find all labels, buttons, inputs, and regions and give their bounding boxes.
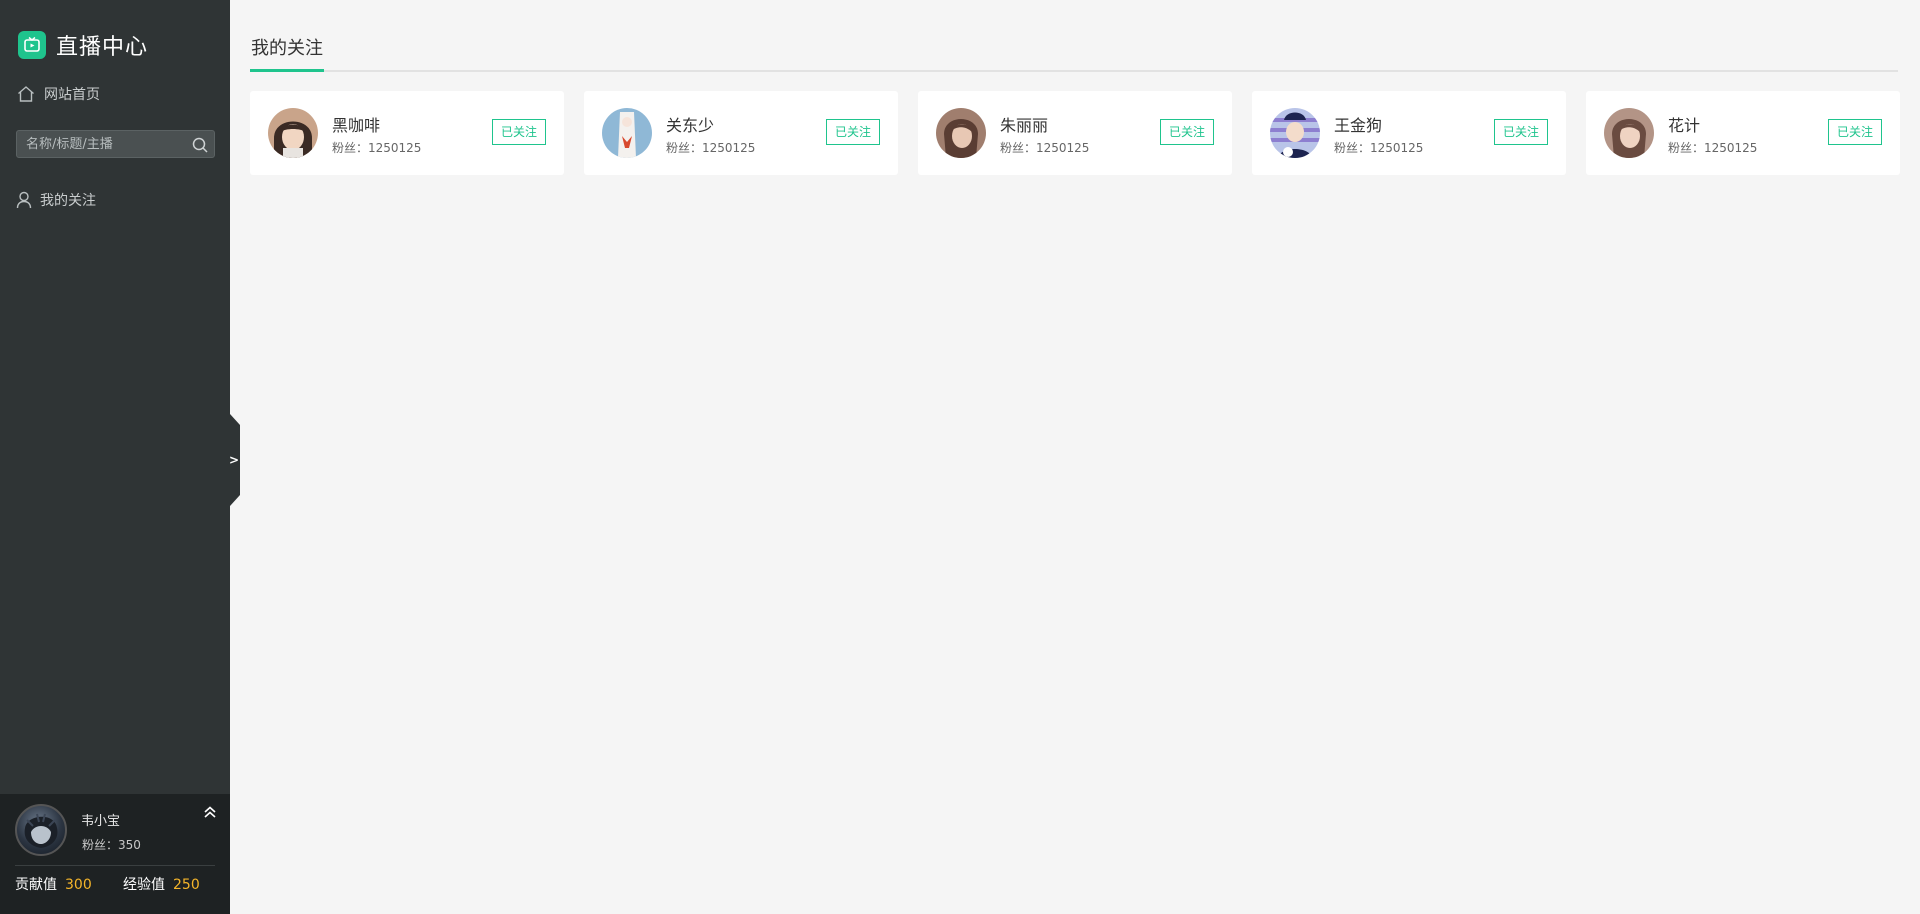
streamer-name: 关东少 <box>666 116 715 135</box>
double-chevron-up-icon[interactable] <box>202 804 218 820</box>
follow-card[interactable]: 关东少 粉丝：1250125 已关注 <box>584 91 898 175</box>
avatar[interactable] <box>1270 108 1320 158</box>
follow-card[interactable]: 花计 粉丝：1250125 已关注 <box>1586 91 1900 175</box>
streamer-name: 花计 <box>1668 116 1701 135</box>
streamer-name: 王金狗 <box>1334 116 1383 135</box>
followed-button[interactable]: 已关注 <box>1160 119 1214 145</box>
user-icon <box>16 191 32 209</box>
main-content: 我的关注 黑咖啡 粉丝：1250125 已关注 关东少 粉丝：1250125 已… <box>230 0 1920 914</box>
user-name: 韦小宝 <box>81 814 121 829</box>
streamer-fans: 粉丝：1250125 <box>1668 141 1758 155</box>
search-icon[interactable] <box>191 136 209 154</box>
experience-value: 250 <box>173 877 200 893</box>
follow-card[interactable]: 王金狗 粉丝：1250125 已关注 <box>1252 91 1566 175</box>
sidebar: 直播中心 网站首页 我的关注 <box>0 0 230 914</box>
streamer-fans: 粉丝：1250125 <box>1000 141 1090 155</box>
streamer-fans: 粉丝：1250125 <box>1334 141 1424 155</box>
experience-label: 经验值 <box>123 877 165 893</box>
followed-button[interactable]: 已关注 <box>1828 119 1882 145</box>
streamer-name: 黑咖啡 <box>332 116 381 135</box>
nav-home-label: 网站首页 <box>44 87 100 103</box>
page-title: 我的关注 <box>251 38 323 59</box>
follow-list: 黑咖啡 粉丝：1250125 已关注 关东少 粉丝：1250125 已关注 朱丽… <box>250 91 1900 175</box>
title-underline <box>250 69 324 72</box>
avatar[interactable] <box>268 108 318 158</box>
experience-stat: 经验值 250 <box>123 874 200 894</box>
tv-logo-icon <box>18 31 46 59</box>
home-icon <box>18 86 34 102</box>
followed-button[interactable]: 已关注 <box>492 119 546 145</box>
followed-button[interactable]: 已关注 <box>1494 119 1548 145</box>
brand-title: 直播中心 <box>56 35 149 60</box>
user-avatar[interactable] <box>15 804 67 856</box>
app-root: 直播中心 网站首页 我的关注 <box>0 0 1920 914</box>
user-panel: 韦小宝 粉丝：350 贡献值 300 经验值 250 <box>0 794 230 914</box>
avatar[interactable] <box>1604 108 1654 158</box>
avatar[interactable] <box>936 108 986 158</box>
page-header: 我的关注 <box>250 30 1898 72</box>
nav-my-follows-label: 我的关注 <box>40 193 96 209</box>
streamer-name: 朱丽丽 <box>1000 116 1049 135</box>
avatar[interactable] <box>602 108 652 158</box>
brand[interactable]: 直播中心 <box>18 30 148 60</box>
divider <box>15 865 215 866</box>
streamer-fans: 粉丝：1250125 <box>666 141 756 155</box>
search-input[interactable] <box>17 131 187 157</box>
contribution-label: 贡献值 <box>15 877 57 893</box>
nav-home-link[interactable]: 网站首页 <box>16 82 100 106</box>
followed-button[interactable]: 已关注 <box>826 119 880 145</box>
follow-card[interactable]: 黑咖啡 粉丝：1250125 已关注 <box>250 91 564 175</box>
contribution-stat: 贡献值 300 <box>15 874 92 894</box>
streamer-fans: 粉丝：1250125 <box>332 141 422 155</box>
user-fans-count: 粉丝：350 <box>82 838 141 852</box>
contribution-value: 300 <box>65 877 92 893</box>
nav-my-follows-link[interactable]: 我的关注 <box>16 189 96 211</box>
follow-card[interactable]: 朱丽丽 粉丝：1250125 已关注 <box>918 91 1232 175</box>
search-box <box>16 130 215 158</box>
